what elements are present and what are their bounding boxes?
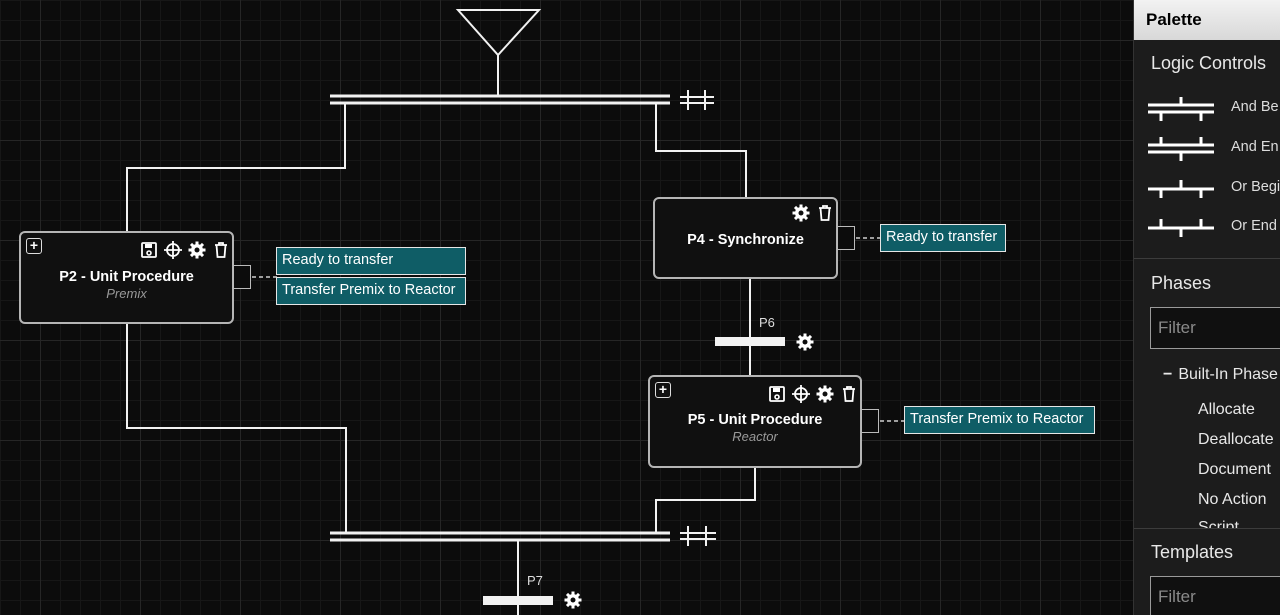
sfc-canvas[interactable]: + P2 - Unit Procedure Premix Ready to tr… [0,0,1133,615]
logic-item-label: Or Begi [1231,179,1280,195]
output-port-p2[interactable] [233,265,251,289]
node-subtitle: Reactor [732,429,778,444]
step-bar-p7 [483,596,553,605]
templates-title: Templates [1151,542,1234,562]
and-begin-icon [1148,97,1214,121]
logic-and-end[interactable]: And En [1146,136,1280,162]
node-p5-unit-procedure[interactable]: + P5 - Unit Procedure Reactor [648,375,862,468]
phase-item-deallocate[interactable]: Deallocate [1198,431,1274,449]
gear-icon[interactable] [188,241,206,259]
phase-item-script[interactable]: Script [1198,519,1239,528]
logic-item-label: And En [1231,139,1279,155]
trash-icon[interactable] [816,204,834,222]
phase-item-document[interactable]: Document [1198,461,1271,479]
output-port-p5[interactable] [861,409,879,433]
tag-ready-to-transfer[interactable]: Ready to transfer [276,247,466,275]
step-gear-icon[interactable] [564,591,582,609]
logic-and-begin[interactable]: And Be [1146,96,1280,122]
logic-controls-title: Logic Controls [1151,53,1267,73]
tag-ready-to-transfer[interactable]: Ready to transfer [880,224,1006,252]
output-port-p4[interactable] [837,226,855,250]
break-marker-top [680,90,714,110]
break-marker-bottom [680,526,716,546]
trash-icon[interactable] [840,385,858,403]
section-divider [1134,258,1280,259]
trash-icon[interactable] [212,241,230,259]
start-triangle [455,9,542,57]
logic-item-label: And Be [1231,99,1279,115]
tag-transfer-premix[interactable]: Transfer Premix to Reactor [904,406,1095,434]
logic-or-begin[interactable]: Or Begi [1146,176,1280,202]
logic-or-end[interactable]: Or End [1146,215,1280,241]
expand-button[interactable]: + [655,382,671,398]
step-label-p6: P6 [759,315,775,330]
palette-panel: Palette Logic Controls And Be And En Or … [1133,0,1280,615]
templates-filter-input[interactable]: Filter [1150,576,1280,615]
step-label-p7: P7 [527,573,543,588]
section-divider [1134,528,1280,529]
and-end-icon [1148,137,1214,161]
phases-title: Phases [1151,273,1212,293]
node-p2-unit-procedure[interactable]: + P2 - Unit Procedure Premix [19,231,234,324]
step-bar-p6 [715,337,785,346]
palette-title: Palette [1134,0,1280,40]
gear-icon[interactable] [816,385,834,403]
phases-filter-input[interactable]: Filter [1150,307,1280,349]
save-icon[interactable] [768,385,786,403]
crosshair-icon[interactable] [792,385,810,403]
tree-group-built-in[interactable]: − Built-In Phase [1163,366,1278,384]
node-title: P2 - Unit Procedure [59,269,194,285]
recipe-editor: + P2 - Unit Procedure Premix Ready to tr… [0,0,1280,615]
or-begin-icon [1148,180,1214,198]
logic-item-label: Or End [1231,218,1277,234]
or-end-icon [1148,219,1214,237]
tree-group-label: Built-In Phase [1178,366,1278,383]
gear-icon[interactable] [792,204,810,222]
node-p4-synchronize[interactable]: P4 - Synchronize [653,197,838,279]
expand-button[interactable]: + [26,238,42,254]
phase-item-no-action[interactable]: No Action [1198,491,1266,509]
collapse-icon[interactable]: − [1163,366,1172,383]
node-subtitle: Premix [106,286,147,301]
phase-item-allocate[interactable]: Allocate [1198,401,1255,419]
step-gear-icon[interactable] [796,333,814,351]
save-icon[interactable] [140,241,158,259]
crosshair-icon[interactable] [164,241,182,259]
tag-transfer-premix[interactable]: Transfer Premix to Reactor [276,277,466,305]
node-title: P4 - Synchronize [687,232,804,248]
node-title: P5 - Unit Procedure [687,412,823,428]
